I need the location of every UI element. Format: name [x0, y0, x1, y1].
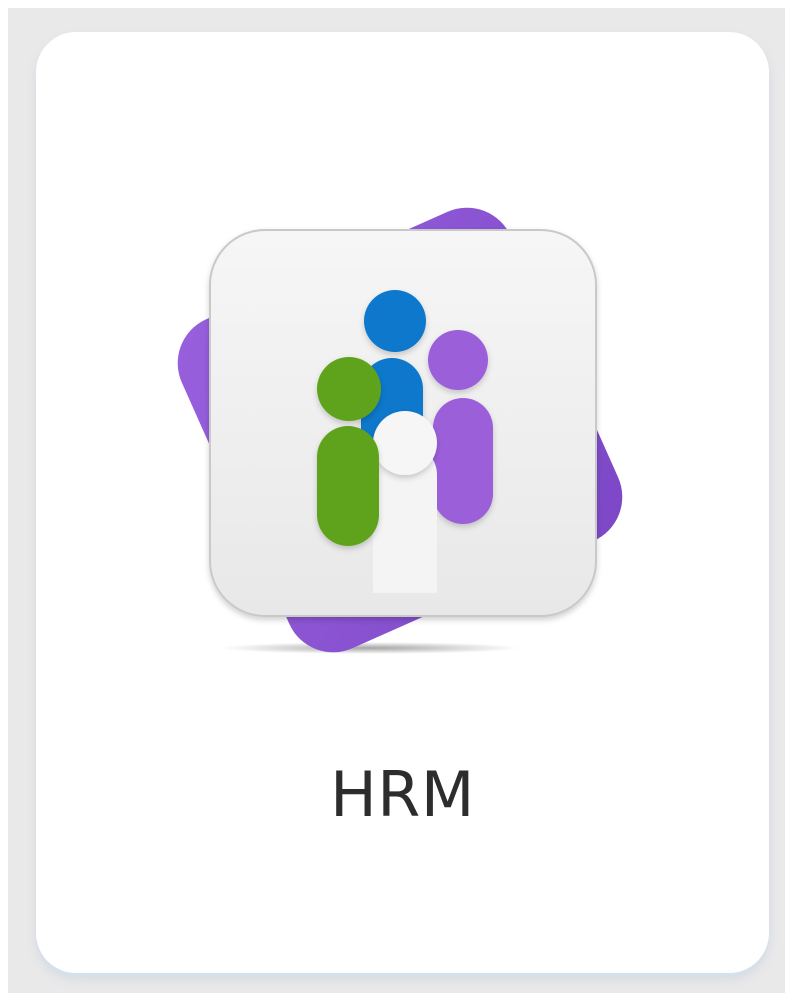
app-name-label: HRM — [330, 758, 475, 831]
person-green-head — [317, 357, 381, 421]
hrm-people-logo-icon — [177, 207, 623, 654]
app-icon-button[interactable] — [160, 190, 640, 670]
ground-shadow — [220, 642, 520, 654]
person-blue-head — [364, 290, 426, 352]
person-purple-body — [433, 398, 493, 524]
person-purple-head — [428, 330, 488, 390]
person-white-head — [373, 411, 437, 475]
screen: HRM — [0, 0, 785, 995]
person-green-body — [317, 426, 379, 546]
